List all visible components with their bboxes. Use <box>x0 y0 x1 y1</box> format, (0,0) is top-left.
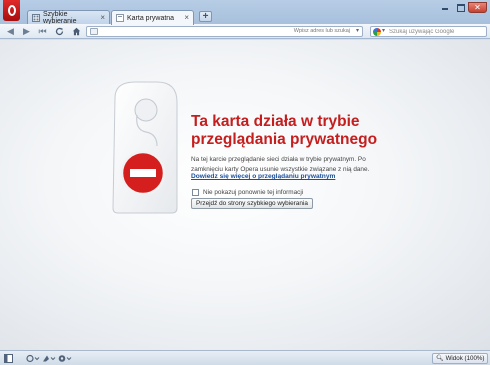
tab-bar: Szybkie wybieranie × Karta prywatna × + … <box>0 0 490 25</box>
opera-logo-icon <box>7 5 16 16</box>
status-bar: 🔍︎ Widok (100%) <box>0 350 490 365</box>
address-input[interactable] <box>101 27 301 36</box>
turbo-icon[interactable] <box>42 354 56 363</box>
close-tab-icon[interactable]: × <box>100 13 105 22</box>
opera-menu-button[interactable] <box>3 0 20 21</box>
close-tab-icon[interactable]: × <box>184 14 189 22</box>
dont-show-checkbox[interactable] <box>192 189 199 196</box>
magnifier-icon: 🔍︎ <box>436 355 444 362</box>
forward-icon[interactable]: ▶ <box>20 26 33 37</box>
tab-speed-dial[interactable]: Szybkie wybieranie × <box>27 10 110 25</box>
address-toolbar: ◀ ▶ ⏮ Wpisz adres lub szukaj ▾ ▾ <box>0 24 490 39</box>
address-field[interactable]: Wpisz adres lub szukaj ▾ <box>86 26 363 37</box>
rewind-icon[interactable]: ⏮ <box>36 26 49 37</box>
page-icon <box>90 28 98 35</box>
sync-icon[interactable] <box>26 354 40 363</box>
page-title: Ta karta działa w trybie przeglądania pr… <box>191 113 378 148</box>
settings-icon[interactable] <box>58 354 72 363</box>
tab-label: Szybkie wybieranie <box>43 10 77 25</box>
minimize-button[interactable] <box>440 3 450 11</box>
speed-dial-icon <box>32 13 40 22</box>
go-to-speed-dial-button[interactable]: Przejdź do strony szybkiego wybierania <box>191 198 313 209</box>
close-window-button[interactable]: ✕ <box>468 2 487 13</box>
reload-icon[interactable] <box>53 26 66 37</box>
zoom-level: Widok (100%) <box>445 355 485 362</box>
dont-show-label: Nie pokazuj ponownie tej informacji <box>203 189 304 196</box>
panel-toggle-icon[interactable] <box>4 354 13 363</box>
page-description: Na tej karcie przeglądanie sieci działa … <box>191 156 370 173</box>
tab-private[interactable]: Karta prywatna × <box>111 10 194 25</box>
search-field[interactable]: ▾ <box>370 26 487 37</box>
back-icon[interactable]: ◀ <box>4 26 17 37</box>
zoom-button[interactable]: 🔍︎ Widok (100%) <box>432 353 489 364</box>
maximize-button[interactable] <box>455 3 465 12</box>
home-icon[interactable] <box>70 26 83 37</box>
address-placeholder: Wpisz adres lub szukaj <box>293 28 350 34</box>
tab-label: Karta prywatna <box>127 14 175 22</box>
do-not-disturb-hanger-icon <box>112 81 178 214</box>
search-input[interactable] <box>389 27 484 36</box>
dont-show-again-option[interactable]: Nie pokazuj ponownie tej informacji <box>192 189 303 196</box>
chevron-down-icon[interactable]: ▾ <box>356 27 359 34</box>
private-tab-icon <box>116 14 124 22</box>
new-tab-button[interactable]: + <box>199 11 212 22</box>
chevron-down-icon[interactable]: ▾ <box>382 27 385 34</box>
learn-more-link[interactable]: Dowiedz się więcej o przeglądaniu prywat… <box>191 173 335 180</box>
google-icon[interactable] <box>373 28 381 36</box>
